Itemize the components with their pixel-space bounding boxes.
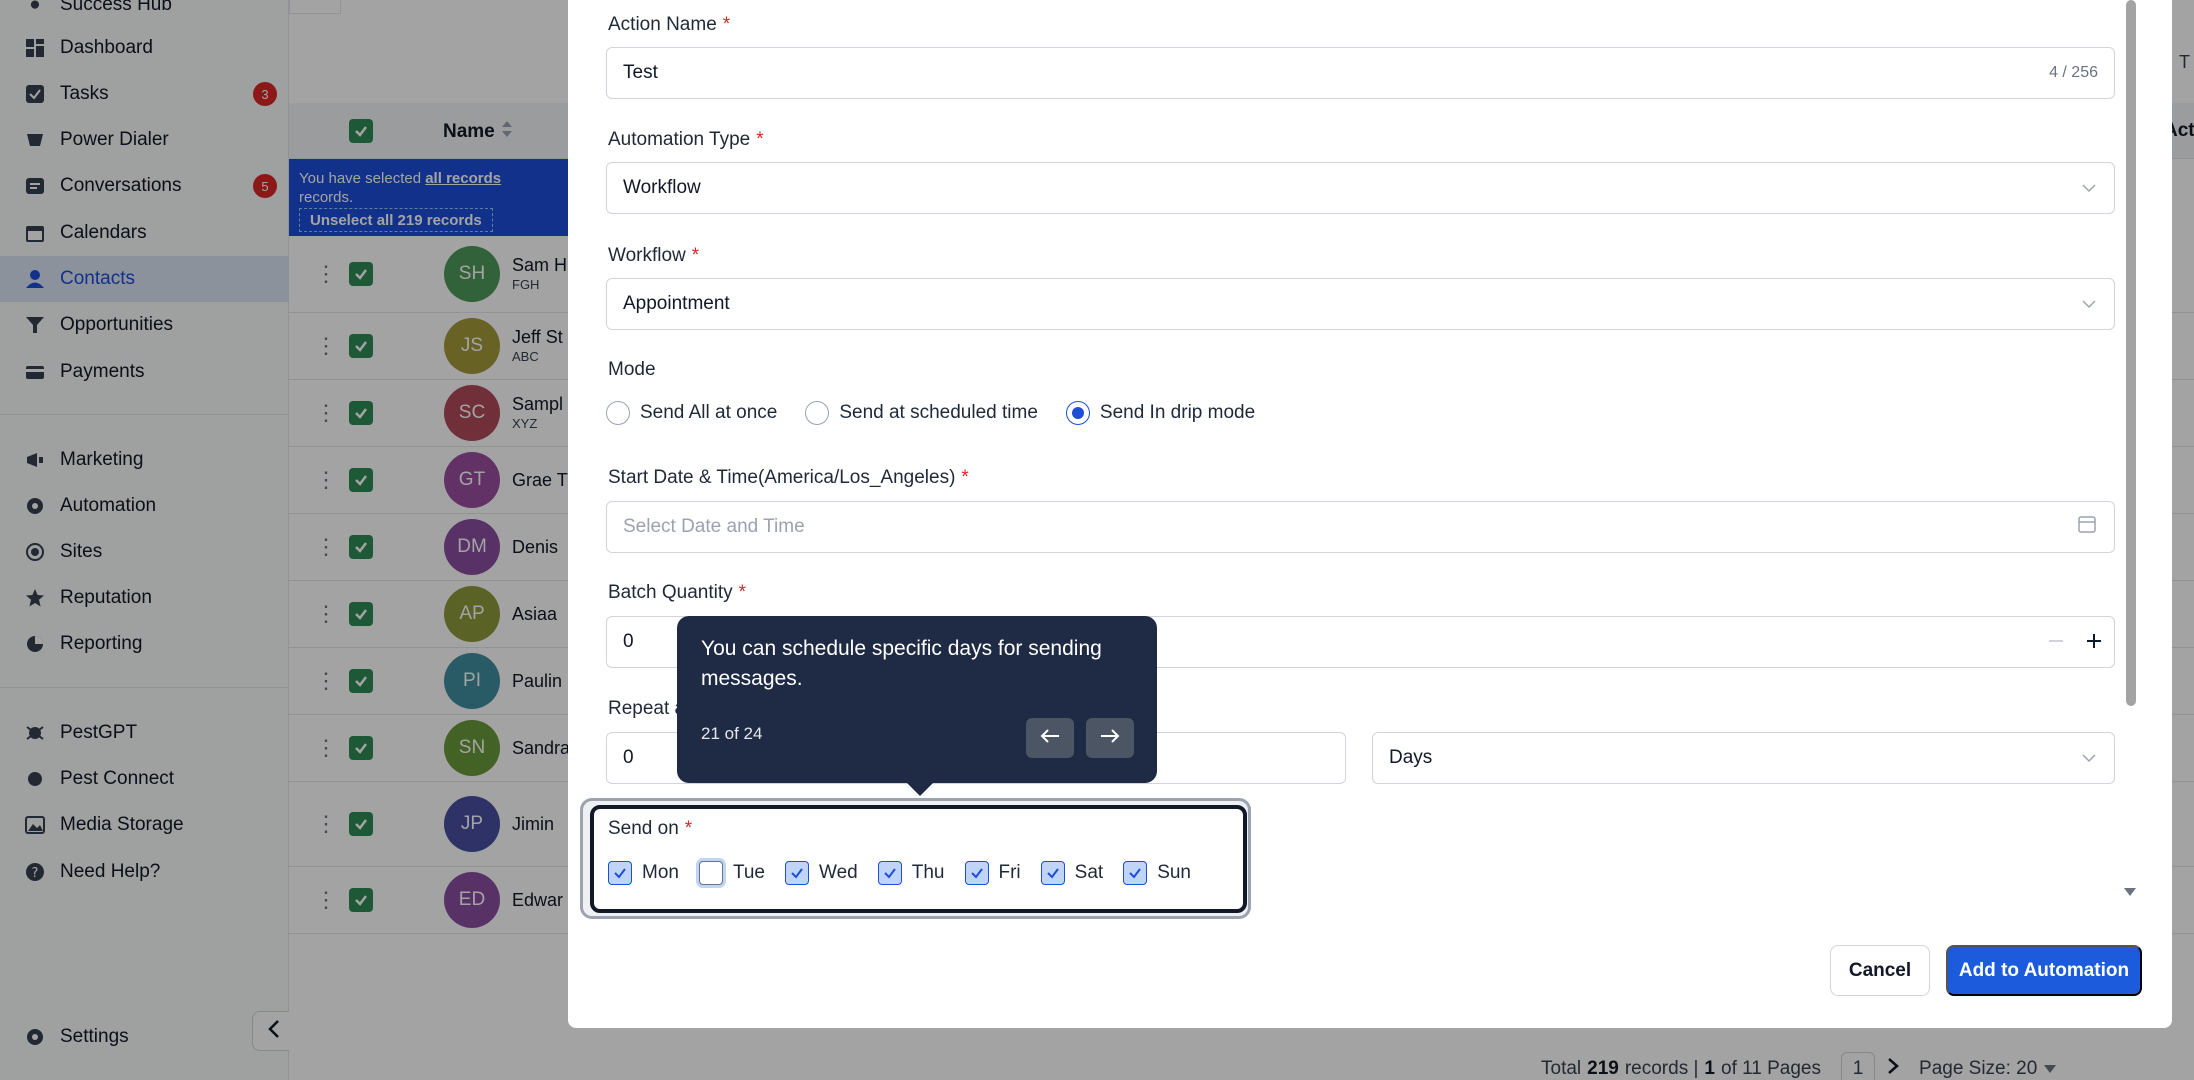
product-tour-tooltip: You can schedule specific days for sendi… [677,616,1157,783]
send-on-label: Send on * [608,818,693,839]
tour-next-button[interactable] [1086,718,1134,758]
start-date-label: Start Date & Time(America/Los_Angeles) * [608,467,969,488]
scroll-down-arrow-icon[interactable] [2123,884,2137,900]
automation-type-label: Automation Type * [608,129,764,150]
tooltip-step-counter: 21 of 24 [701,724,763,743]
day-checkbox-wed[interactable]: Wed [785,861,858,885]
day-checkbox-sat[interactable]: Sat [1040,861,1104,885]
start-date-input[interactable]: Select Date and Time [606,501,2115,553]
radio-button[interactable] [606,401,630,425]
checkbox-checked-icon[interactable] [608,861,632,885]
day-label: Wed [819,862,858,883]
day-label: Fri [998,862,1021,883]
mode-radio-group: Send All at once Send at scheduled time … [606,398,1283,428]
chevron-down-icon [2082,177,2096,199]
day-checkbox-mon[interactable]: Mon [608,861,679,885]
day-label: Sun [1157,862,1191,883]
tour-prev-button[interactable] [1026,718,1074,758]
checkbox-unchecked-icon[interactable] [698,861,723,885]
modal-scrollbar-thumb[interactable] [2126,0,2136,706]
radio-button[interactable] [805,401,830,425]
action-name-label: Action Name * [608,14,731,35]
quantity-stepper [2048,628,2102,656]
action-name-input[interactable]: Test 4 / 256 [606,47,2115,99]
repeat-unit-select[interactable]: Days [1372,732,2115,784]
day-label: Tue [732,862,766,883]
add-to-automation-button[interactable]: Add to Automation [1946,945,2142,996]
chevron-down-icon [2082,293,2096,315]
checkbox-checked-icon[interactable] [1040,861,1065,885]
send-on-days: Mon Tue Wed Thu Fri Sat Sun [608,861,1211,885]
day-checkbox-thu[interactable]: Thu [877,861,945,885]
arrow-left-icon [1040,728,1060,749]
checkbox-checked-icon[interactable] [964,861,989,885]
mode-option-send-all[interactable]: Send All at once [606,401,777,425]
day-checkbox-tue[interactable]: Tue [698,861,766,885]
day-checkbox-fri[interactable]: Fri [964,861,1021,885]
send-on-section: Send on * Mon Tue Wed Thu Fri Sat Sun [590,805,1247,913]
workflow-label: Workflow * [608,245,700,266]
day-label: Mon [642,862,679,883]
mode-label: Mode [608,359,656,380]
tooltip-pointer [906,782,934,796]
minus-icon[interactable] [2048,628,2064,656]
mode-option-drip[interactable]: Send In drip mode [1065,401,1255,425]
day-label: Thu [911,862,945,883]
automation-type-select[interactable]: Workflow [606,162,2115,214]
repeat-label: Repeat a [608,698,686,719]
checkbox-checked-icon[interactable] [877,861,902,885]
chevron-down-icon [2082,747,2096,769]
character-counter: 4 / 256 [2049,64,2098,81]
day-label: Sat [1074,862,1104,883]
day-checkbox-sun[interactable]: Sun [1123,861,1191,885]
workflow-select[interactable]: Appointment [606,278,2115,330]
cancel-button[interactable]: Cancel [1830,945,1930,996]
arrow-right-icon [1100,728,1120,749]
checkbox-checked-icon[interactable] [1123,861,1148,885]
plus-icon[interactable] [2086,628,2102,656]
checkbox-checked-icon[interactable] [785,861,810,885]
radio-button-selected[interactable] [1065,401,1090,425]
batch-quantity-label: Batch Quantity * [608,582,747,603]
calendar-icon[interactable] [2078,515,2096,539]
mode-option-scheduled[interactable]: Send at scheduled time [805,401,1038,425]
tooltip-message: You can schedule specific days for sendi… [701,637,1102,690]
